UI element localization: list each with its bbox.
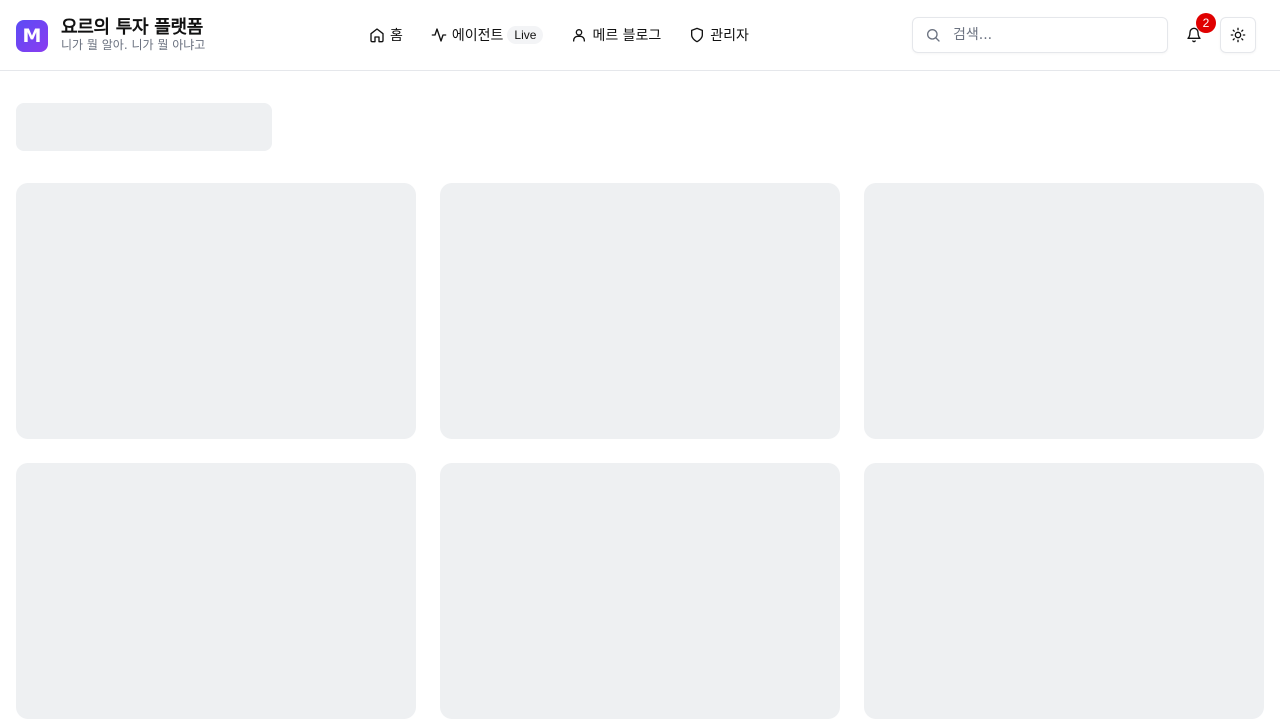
top-header: M 요르의 투자 플랫폼 니가 뭘 알아. 니가 뭘 아냐고 홈 에이전트 Li… [0,0,1280,71]
skeleton-card [16,183,416,439]
activity-icon [431,28,447,42]
nav-label: 에이전트 [451,28,504,44]
search-icon [927,29,940,42]
brand-title: 요르의 투자 플랫폼 [61,17,204,38]
sun-icon [1230,27,1246,43]
brand-subtitle: 니가 뭘 알아. 니가 뭘 아냐고 [61,38,206,52]
notification-count-badge: 2 [1196,13,1216,33]
nav-label: 관리자 [710,28,749,44]
theme-toggle-button[interactable] [1220,17,1256,53]
nav-item-home[interactable]: 홈 [369,23,403,47]
user-icon [573,29,586,42]
skeleton-card [864,463,1264,719]
brand-text: 요르의 투자 플랫폼 니가 뭘 알아. 니가 뭘 아냐고 [61,17,206,53]
skeleton-title [16,103,272,151]
skeleton-card [16,463,416,719]
skeleton-card [440,463,840,719]
shield-icon [691,27,704,43]
notifications-button[interactable]: 2 [1176,13,1216,53]
nav-item-admin[interactable]: 관리자 [689,23,749,47]
brand[interactable]: M 요르의 투자 플랫폼 니가 뭘 알아. 니가 뭘 아냐고 [16,19,205,52]
search-box[interactable] [912,17,1168,53]
skeleton-card [864,183,1264,439]
live-badge: Live [507,26,544,44]
nav-label: 홈 [390,28,403,44]
home-icon [370,28,384,43]
main-nav: 홈 에이전트 Live 메르 블로그 관리자 [369,23,777,47]
nav-label: 메르 블로그 [592,28,662,44]
search-input[interactable] [953,27,1153,43]
logo: M [16,19,48,52]
skeleton-card [440,183,840,439]
nav-item-blog[interactable]: 메르 블로그 [571,23,661,47]
nav-item-agent[interactable]: 에이전트 Live [431,23,544,47]
